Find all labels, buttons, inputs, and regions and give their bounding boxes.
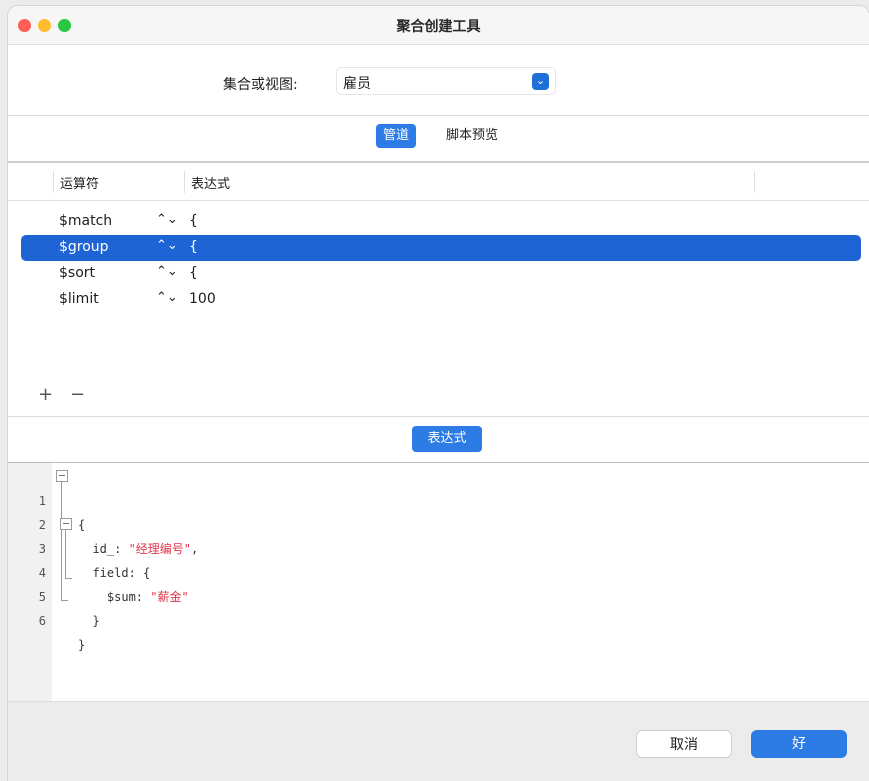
collection-label: 集合或视图:	[223, 77, 298, 93]
collection-select[interactable]: 雇员 ⌄	[336, 67, 556, 95]
code-line: 4 $sum: "薪金"	[8, 537, 189, 604]
dialog-footer: 取消 好	[8, 701, 869, 781]
chevron-down-icon: ⌄	[532, 73, 549, 90]
operator-cell: $match	[59, 213, 113, 229]
fold-guide	[65, 578, 72, 579]
add-stage-button[interactable]: +	[38, 384, 53, 405]
code-line: 3 field: {	[8, 513, 150, 580]
title-bar: 聚合创建工具	[8, 6, 869, 45]
window-title: 聚合创建工具	[396, 19, 481, 35]
aggregation-window: 聚合创建工具 集合或视图: 雇员 ⌄ 管道 脚本预览 运算符 表达式 $matc…	[8, 6, 869, 781]
expression-cell: {	[189, 265, 198, 281]
code-text: $sum: "薪金"	[78, 590, 189, 604]
table-row[interactable]: $match ⌃⌄ {	[21, 209, 861, 235]
column-separator	[754, 171, 755, 193]
divider	[8, 115, 869, 116]
expression-cell: 100	[189, 291, 216, 307]
table-row[interactable]: $sort ⌃⌄ {	[21, 261, 861, 287]
table-header: 运算符 表达式	[8, 163, 869, 201]
table-row[interactable]: $group ⌃⌄ {	[21, 235, 861, 261]
table-row[interactable]: $limit ⌃⌄ 100	[21, 287, 861, 313]
stepper-icon[interactable]: ⌃⌄	[156, 290, 178, 305]
fold-toggle-icon[interactable]	[60, 518, 72, 530]
fold-guide	[61, 482, 62, 600]
tab-pipeline[interactable]: 管道	[376, 124, 417, 148]
operator-cell: $group	[59, 239, 109, 255]
collection-value: 雇员	[343, 76, 371, 92]
code-editor[interactable]: 1 { 2 id_: "经理编号", 3 field: { 4 $sum: "薪…	[8, 463, 869, 701]
stepper-icon[interactable]: ⌃⌄	[156, 264, 178, 279]
fold-guide	[65, 530, 66, 578]
code-text: field: {	[78, 566, 151, 580]
code-line: 5 }	[8, 561, 100, 628]
code-line: 1 {	[8, 465, 85, 532]
operator-cell: $limit	[59, 291, 99, 307]
stepper-icon[interactable]: ⌃⌄	[156, 238, 178, 253]
remove-stage-button[interactable]: −	[70, 384, 85, 405]
fold-toggle-icon[interactable]	[56, 470, 68, 482]
code-text: }	[78, 614, 100, 628]
line-number: 6	[38, 614, 46, 628]
code-text: {	[78, 518, 86, 532]
code-text: }	[78, 638, 86, 652]
code-text: id_: "经理编号",	[78, 542, 199, 556]
expression-cell: {	[189, 239, 198, 255]
code-line: 6 }	[8, 585, 85, 652]
header-expression[interactable]: 表达式	[191, 173, 230, 192]
fold-guide	[61, 600, 68, 601]
tab-script-preview[interactable]: 脚本预览	[439, 124, 505, 148]
code-line: 2 id_: "经理编号",	[8, 489, 199, 556]
column-separator	[53, 171, 54, 193]
expression-cell: {	[189, 213, 198, 229]
column-separator	[184, 171, 185, 193]
ok-button[interactable]: 好	[751, 730, 847, 758]
stepper-icon[interactable]: ⌃⌄	[156, 212, 178, 227]
header-operator[interactable]: 运算符	[60, 173, 99, 192]
expression-tab[interactable]: 表达式	[412, 426, 482, 452]
cancel-button[interactable]: 取消	[636, 730, 732, 758]
divider	[8, 416, 869, 417]
operator-cell: $sort	[59, 265, 96, 281]
